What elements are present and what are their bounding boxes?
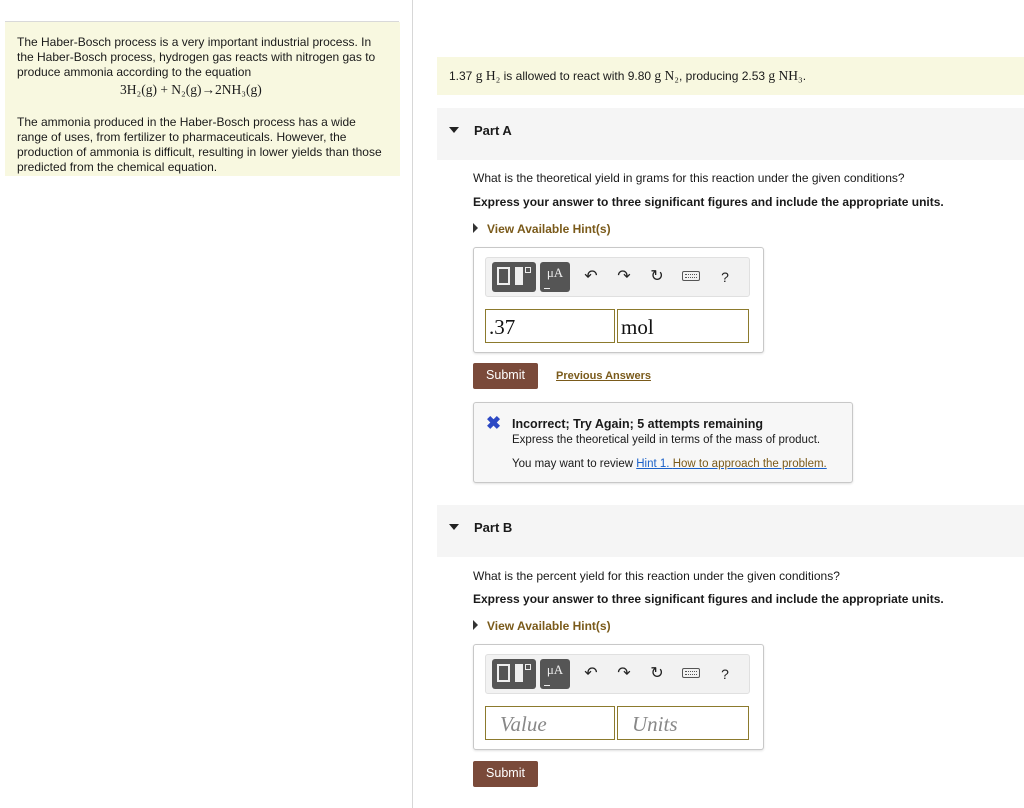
undo-icon[interactable]: ↶	[581, 267, 601, 287]
keyboard-icon[interactable]	[682, 271, 700, 281]
feedback-review: You may want to review Hint 1. How to ap…	[512, 458, 827, 470]
given-text-2: is allowed to react with 9.80	[503, 69, 652, 83]
undo-icon[interactable]: ↶	[581, 664, 601, 684]
part-a-units-input[interactable]: mol	[617, 309, 749, 343]
units-mu-button[interactable]: μA	[540, 262, 570, 292]
part-a-question: What is the theoretical yield in grams f…	[473, 171, 905, 185]
expand-triangle-icon	[473, 223, 478, 233]
units-mu-button[interactable]: μA	[540, 659, 570, 689]
collapse-triangle-icon	[449, 126, 459, 133]
given-nh3-unit: g NH₃	[768, 68, 803, 83]
part-b-answer-box: μA ↶ ↷ ↻ ? Value Units	[473, 644, 764, 750]
part-a-label: Part A	[474, 123, 512, 138]
part-a-value-input[interactable]: .37	[485, 309, 615, 343]
keyboard-icon[interactable]	[682, 668, 700, 678]
pane-divider	[412, 0, 413, 808]
previous-answers-link[interactable]: Previous Answers	[556, 370, 651, 382]
intro-paragraph-1: The Haber-Bosch process is a very import…	[17, 35, 376, 79]
review-prefix: You may want to review	[512, 458, 634, 470]
part-b-question: What is the percent yield for this react…	[473, 569, 840, 583]
part-b-toolbar: μA ↶ ↷ ↻ ?	[485, 654, 750, 694]
reset-icon[interactable]: ↻	[647, 267, 667, 287]
part-b-instruction: Express your answer to three significant…	[473, 592, 944, 606]
part-a-toolbar: μA ↶ ↷ ↻ ?	[485, 257, 750, 297]
part-a-instruction: Express your answer to three significant…	[473, 195, 944, 209]
part-b-submit-button[interactable]: Submit	[473, 761, 538, 787]
feedback-title: Incorrect; Try Again; 5 attempts remaini…	[512, 417, 763, 431]
part-a-view-hints[interactable]: View Available Hint(s)	[473, 222, 611, 236]
part-a-hints-label: View Available Hint(s)	[487, 222, 611, 236]
incorrect-x-icon: ✖	[486, 413, 502, 433]
part-a-header[interactable]: Part A	[437, 108, 1024, 160]
intro-paragraph-2: The ammonia produced in the Haber-Bosch …	[17, 115, 382, 174]
part-b-header[interactable]: Part B	[437, 505, 1024, 557]
templates-icon[interactable]	[492, 262, 536, 292]
hint-1-title: How to approach the problem.	[672, 458, 827, 470]
redo-icon[interactable]: ↷	[614, 267, 634, 287]
given-h2-amount: 1.37	[449, 69, 473, 83]
expand-triangle-icon	[473, 620, 478, 630]
mu-label: μA	[546, 662, 564, 677]
given-text-4: .	[802, 69, 807, 83]
collapse-triangle-icon	[449, 523, 459, 530]
part-a-answer-box: μA ↶ ↷ ↻ ? .37 mol	[473, 247, 764, 353]
given-statement: 1.37 g H₂ is allowed to react with 9.80 …	[437, 57, 1024, 95]
part-a-feedback: ✖ Incorrect; Try Again; 5 attempts remai…	[473, 402, 853, 483]
intro-panel: The Haber-Bosch process is a very import…	[5, 22, 400, 176]
part-b-value-input[interactable]: Value	[485, 706, 615, 740]
chemical-equation: 3H₂(g) + N₂(g)→2NH₃(g)	[120, 82, 262, 97]
help-icon[interactable]: ?	[715, 267, 735, 287]
part-b-hints-label: View Available Hint(s)	[487, 619, 611, 633]
templates-icon[interactable]	[492, 659, 536, 689]
given-n2-unit: g N₂	[654, 68, 679, 83]
part-b-view-hints[interactable]: View Available Hint(s)	[473, 619, 611, 633]
hint-1-label: Hint 1.	[636, 458, 670, 470]
part-b-units-input[interactable]: Units	[617, 706, 749, 740]
reset-icon[interactable]: ↻	[647, 664, 667, 684]
part-b-label: Part B	[474, 520, 513, 535]
given-text-3: , producing 2.53	[679, 69, 766, 83]
part-a-submit-button[interactable]: Submit	[473, 363, 538, 389]
help-icon[interactable]: ?	[715, 664, 735, 684]
hint-1-link[interactable]: Hint 1. How to approach the problem.	[636, 458, 827, 470]
given-h2-unit: g H₂	[475, 68, 501, 83]
mu-label: μA	[546, 265, 564, 280]
feedback-message: Express the theoretical yeild in terms o…	[512, 434, 821, 446]
redo-icon[interactable]: ↷	[614, 664, 634, 684]
